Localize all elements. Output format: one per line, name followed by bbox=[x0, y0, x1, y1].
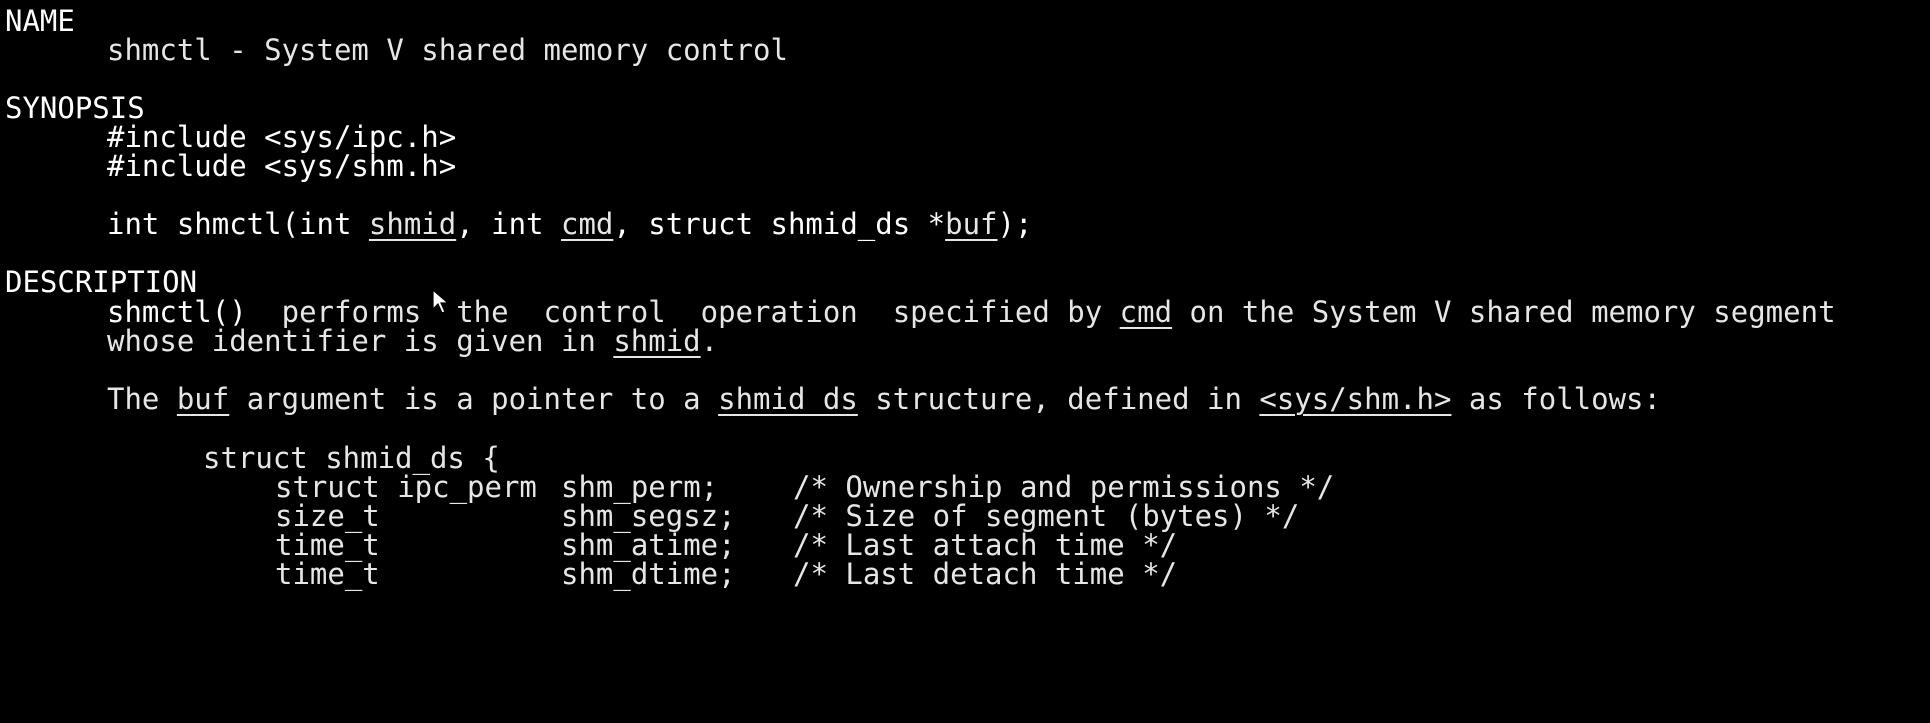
section-heading-name: NAME bbox=[5, 4, 75, 38]
prototype-part: , struct shmid_ds * bbox=[613, 207, 946, 241]
function-prototype: int shmctl(int shmid, int cmd, struct sh… bbox=[107, 207, 1032, 243]
description-text: The bbox=[107, 382, 177, 416]
struct-field: time_t shm_dtime; /* Last detach time */ bbox=[275, 557, 1177, 593]
arrow-cursor-icon bbox=[432, 288, 450, 314]
description-text: argument is a pointer to a bbox=[229, 382, 719, 416]
field-comment: /* Last detach time */ bbox=[793, 557, 1178, 591]
prototype-part: , int bbox=[456, 207, 561, 241]
include-shm: #include <sys/shm.h> bbox=[107, 149, 457, 183]
ref-header: <sys/shm.h> bbox=[1259, 382, 1452, 416]
name-description: shmctl - System V shared memory control bbox=[107, 33, 788, 67]
description-line-3: The buf argument is a pointer to a shmid… bbox=[107, 382, 1661, 418]
arg-buf: buf bbox=[945, 207, 998, 241]
description-text: whose identifier is given in bbox=[107, 324, 614, 358]
description-text: . bbox=[700, 324, 719, 358]
arg-cmd: cmd bbox=[560, 207, 614, 241]
prototype-part: int shmctl(int bbox=[107, 207, 369, 241]
description-line-2: whose identifier is given in shmid. bbox=[107, 324, 718, 360]
description-text: on the System V shared memory segment bbox=[1172, 295, 1836, 329]
ref-cmd: cmd bbox=[1119, 295, 1173, 329]
ref-buf: buf bbox=[176, 382, 230, 416]
arg-shmid: shmid bbox=[368, 207, 457, 241]
ref-shmid-ds: shmid_ds bbox=[718, 382, 858, 416]
terminal-window[interactable]: NAME shmctl - System V shared memory con… bbox=[0, 0, 1930, 723]
description-text: structure, defined in bbox=[857, 382, 1260, 416]
field-type: time_t bbox=[275, 557, 380, 591]
ref-shmid: shmid bbox=[613, 324, 701, 358]
prototype-part: ); bbox=[997, 207, 1033, 241]
description-text: as follows: bbox=[1451, 382, 1661, 416]
field-name: shm_dtime; bbox=[561, 557, 736, 591]
